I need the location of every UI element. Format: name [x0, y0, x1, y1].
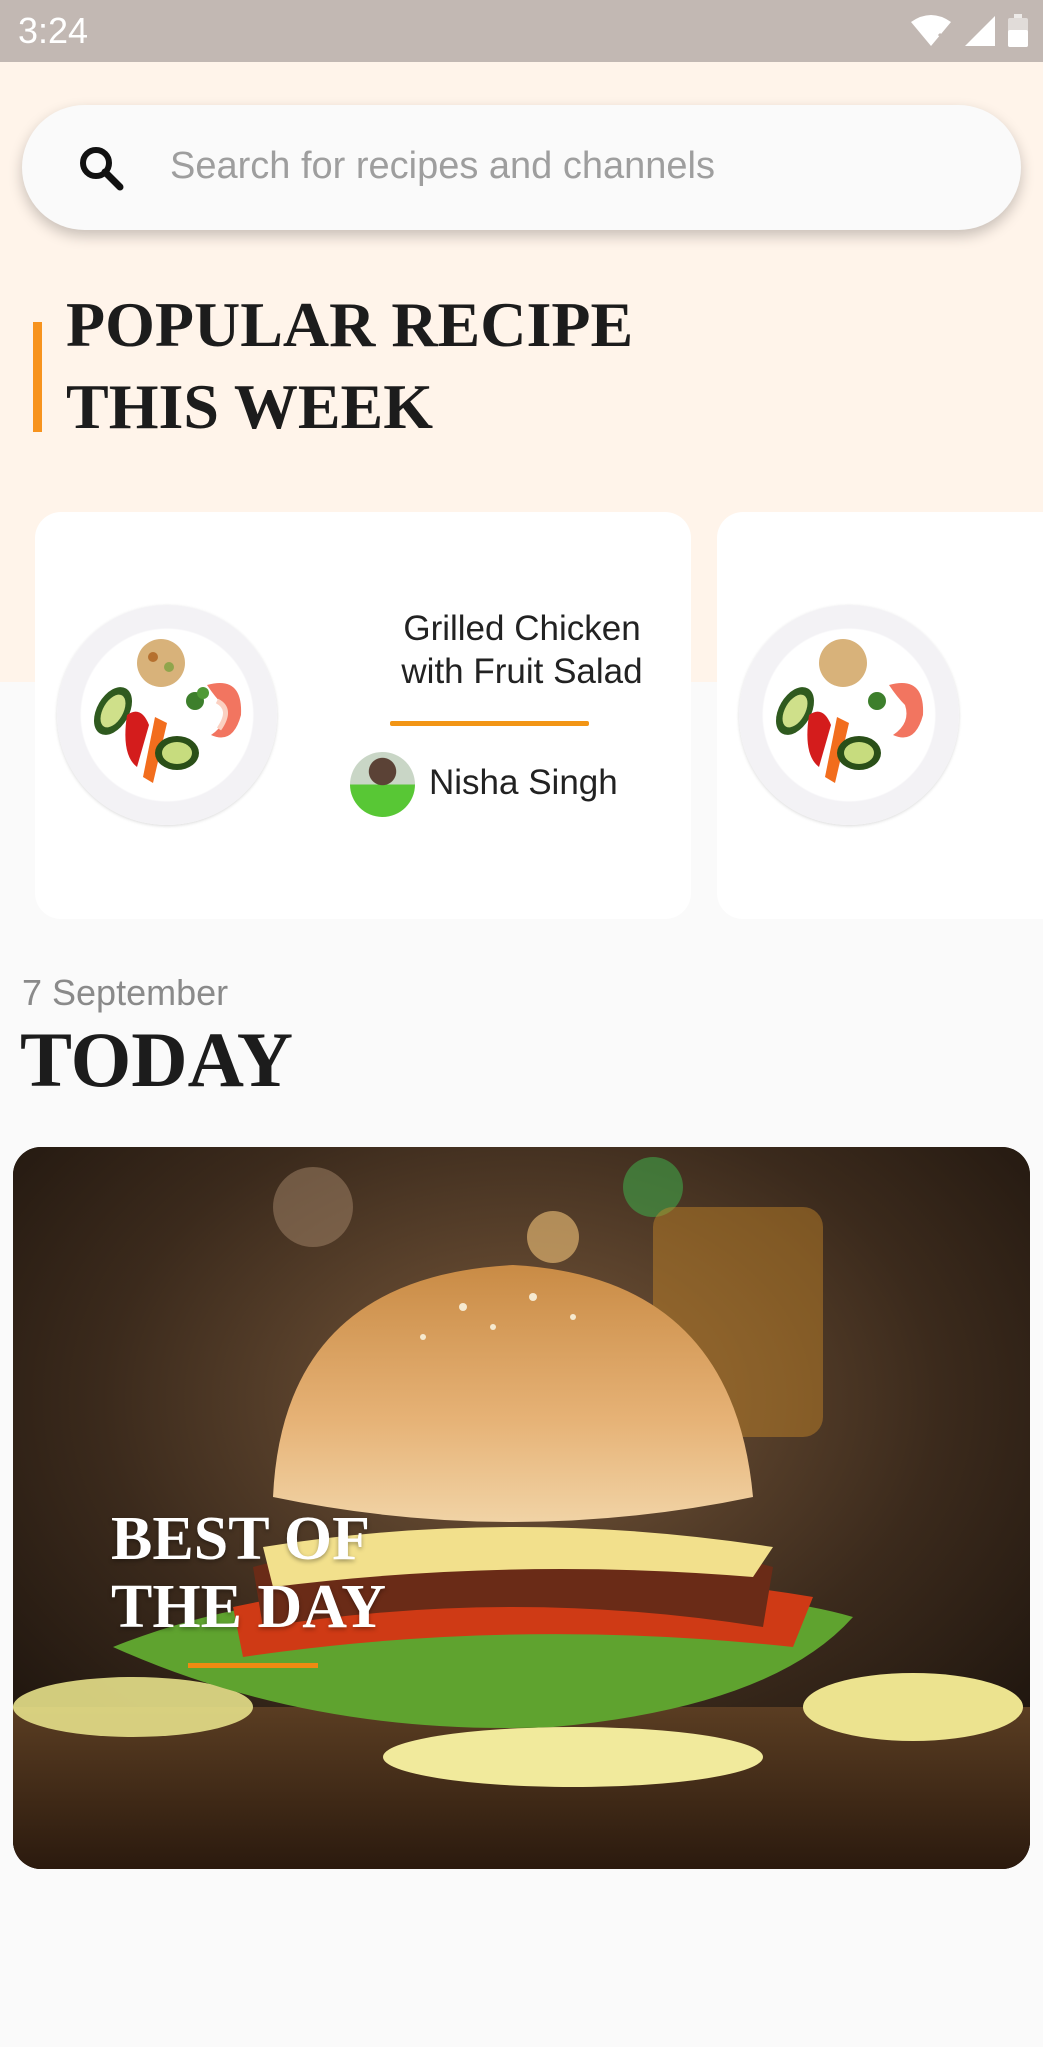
- recipe-image: [739, 605, 959, 825]
- status-icons: [909, 14, 1029, 48]
- status-bar: 3:24: [0, 0, 1043, 62]
- search-input[interactable]: Search for recipes and channels: [170, 143, 715, 189]
- section-title-popular: POPULAR RECIPE THIS WEEK: [66, 289, 634, 442]
- recipe-card[interactable]: Grilled Chicken with Fruit Salad Nisha S…: [35, 512, 691, 919]
- recipe-title-underline: [390, 721, 589, 726]
- best-of-day-card[interactable]: BEST OF THE DAY: [13, 1147, 1030, 1869]
- feature-title-underline: [188, 1663, 318, 1668]
- wifi-icon: [911, 15, 951, 46]
- signal-icon: [965, 16, 995, 46]
- section-accent-bar: [33, 322, 42, 432]
- feature-title: BEST OF THE DAY: [111, 1505, 387, 1641]
- today-heading: TODAY: [20, 1016, 294, 1103]
- battery-icon: [1008, 14, 1028, 47]
- author-name: Nisha Singh: [429, 763, 618, 802]
- recipe-title: Grilled Chicken with Fruit Salad: [401, 609, 643, 691]
- today-date: 7 September: [22, 972, 229, 1013]
- search-icon[interactable]: [78, 145, 124, 191]
- status-time: 3:24: [18, 10, 89, 51]
- search-bar[interactable]: Search for recipes and channels: [22, 105, 1021, 230]
- author-avatar: [350, 752, 415, 817]
- recipe-image: [57, 605, 277, 825]
- recipe-card[interactable]: [717, 512, 1043, 919]
